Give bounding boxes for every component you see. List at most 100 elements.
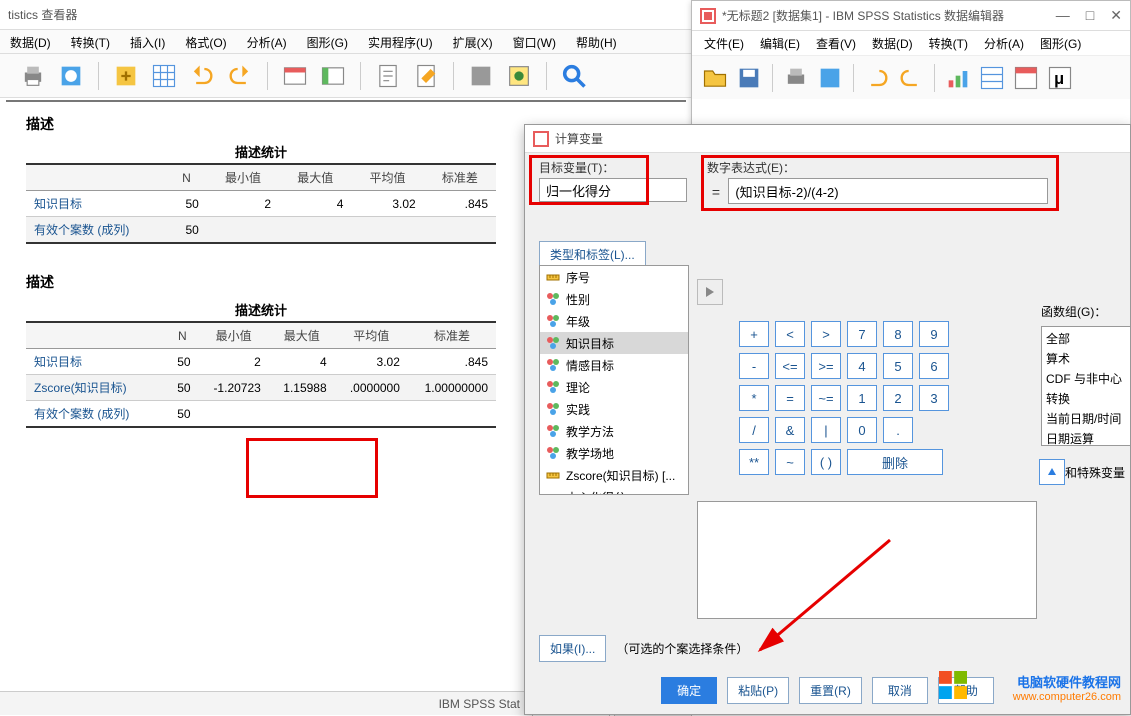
keypad-0[interactable]: 0 [847,417,877,443]
keypad-<=[interactable]: <= [775,353,805,379]
paste-button[interactable]: 粘贴(P) [727,677,789,704]
keypad-+[interactable]: + [739,321,769,347]
minimize-button[interactable]: — [1056,7,1070,24]
select-icon[interactable] [466,61,496,91]
menu-insert[interactable]: 插入(I) [120,30,175,53]
keypad-2[interactable]: 2 [883,385,913,411]
keypad->=[interactable]: >= [811,353,841,379]
variable-item[interactable]: Zscore(知识目标) [... [540,464,688,486]
menu-window[interactable]: 窗口(W) [503,30,566,53]
keypad-&[interactable]: & [775,417,805,443]
variable-list[interactable]: 序号性别年级知识目标情感目标理论实践教学方法教学场地Zscore(知识目标) [… [539,265,689,495]
preview-icon[interactable] [56,61,86,91]
keypad-5[interactable]: 5 [883,353,913,379]
function-group-list[interactable]: 全部算术CDF 与非中心转换当前日期/时间日期运算日期创建 [1041,326,1131,446]
variable-item[interactable]: 理论 [540,376,688,398]
menu-extensions[interactable]: 扩展(X) [443,30,503,53]
undo-icon[interactable] [862,63,892,93]
vars-icon[interactable] [1011,63,1041,93]
keypad-/[interactable]: / [739,417,769,443]
menu-view[interactable]: 查看(V) [808,31,864,55]
data-icon[interactable] [318,61,348,91]
function-group-item[interactable]: 当前日期/时间 [1046,409,1126,429]
target-icon[interactable] [504,61,534,91]
variable-item[interactable]: 年级 [540,310,688,332]
menu-data[interactable]: 数据(D) [864,31,921,55]
up-arrow-button[interactable] [1039,459,1065,485]
keypad-( )[interactable]: ( ) [811,449,841,475]
chart-icon[interactable] [943,63,973,93]
recent-icon[interactable] [815,63,845,93]
goto-icon[interactable] [977,63,1007,93]
keypad-7[interactable]: 7 [847,321,877,347]
doc-icon[interactable] [373,61,403,91]
keypad->[interactable]: > [811,321,841,347]
print-icon[interactable] [18,61,48,91]
cancel-button[interactable]: 取消 [872,677,928,704]
target-var-input[interactable] [539,178,687,202]
keypad-1[interactable]: 1 [847,385,877,411]
function-group-item[interactable]: 全部 [1046,329,1126,349]
menu-help[interactable]: 帮助(H) [566,30,627,53]
close-button[interactable]: ✕ [1110,7,1122,24]
open-icon[interactable] [700,63,730,93]
keypad-3[interactable]: 3 [919,385,949,411]
keypad-<[interactable]: < [775,321,805,347]
export-icon[interactable] [111,61,141,91]
expression-input[interactable] [728,178,1048,204]
svg-text:μ: μ [1054,69,1064,87]
keypad-删除[interactable]: 删除 [847,449,943,475]
keypad-6[interactable]: 6 [919,353,949,379]
function-group-item[interactable]: CDF 与非中心 [1046,369,1126,389]
keypad-**[interactable]: ** [739,449,769,475]
function-group-item[interactable]: 日期运算 [1046,429,1126,446]
menu-graphs[interactable]: 图形(G) [297,30,358,53]
mu-icon[interactable]: μ [1045,63,1075,93]
keypad-*[interactable]: * [739,385,769,411]
table-icon[interactable] [280,61,310,91]
keypad-=[interactable]: = [775,385,805,411]
menu-data[interactable]: 数据(D) [0,30,61,53]
edit-icon[interactable] [411,61,441,91]
variable-item[interactable]: 中心化得分 [540,486,688,495]
menu-graphs[interactable]: 图形(G) [1032,31,1089,55]
keypad-.[interactable]: . [883,417,913,443]
menu-transform[interactable]: 转换(T) [61,30,120,53]
variable-item[interactable]: 教学场地 [540,442,688,464]
type-label-button[interactable]: 类型和标签(L)... [539,241,646,268]
function-group-item[interactable]: 算术 [1046,349,1126,369]
if-button[interactable]: 如果(I)... [539,635,606,662]
keypad--[interactable]: - [739,353,769,379]
maximize-button[interactable]: □ [1086,7,1094,24]
undo-icon[interactable] [187,61,217,91]
redo-icon[interactable] [896,63,926,93]
move-right-button[interactable] [697,279,723,305]
function-group-item[interactable]: 转换 [1046,389,1126,409]
menu-analyze[interactable]: 分析(A) [976,31,1032,55]
menu-file[interactable]: 文件(E) [696,31,752,55]
keypad-~=[interactable]: ~= [811,385,841,411]
save-icon[interactable] [734,63,764,93]
menu-edit[interactable]: 编辑(E) [752,31,808,55]
search-icon[interactable] [559,61,589,91]
reset-button[interactable]: 重置(R) [799,677,862,704]
variable-item[interactable]: 实践 [540,398,688,420]
keypad-8[interactable]: 8 [883,321,913,347]
ok-button[interactable]: 确定 [661,677,717,704]
print-icon[interactable] [781,63,811,93]
variable-item[interactable]: 情感目标 [540,354,688,376]
redo-icon[interactable] [225,61,255,91]
menu-format[interactable]: 格式(O) [175,30,236,53]
keypad-4[interactable]: 4 [847,353,877,379]
keypad-9[interactable]: 9 [919,321,949,347]
menu-transform[interactable]: 转换(T) [921,31,976,55]
variable-item[interactable]: 序号 [540,266,688,288]
keypad-|[interactable]: | [811,417,841,443]
variable-item[interactable]: 知识目标 [540,332,688,354]
variable-item[interactable]: 教学方法 [540,420,688,442]
keypad-~[interactable]: ~ [775,449,805,475]
menu-utilities[interactable]: 实用程序(U) [358,30,443,53]
variable-item[interactable]: 性别 [540,288,688,310]
menu-analyze[interactable]: 分析(A) [237,30,297,53]
grid-icon[interactable] [149,61,179,91]
